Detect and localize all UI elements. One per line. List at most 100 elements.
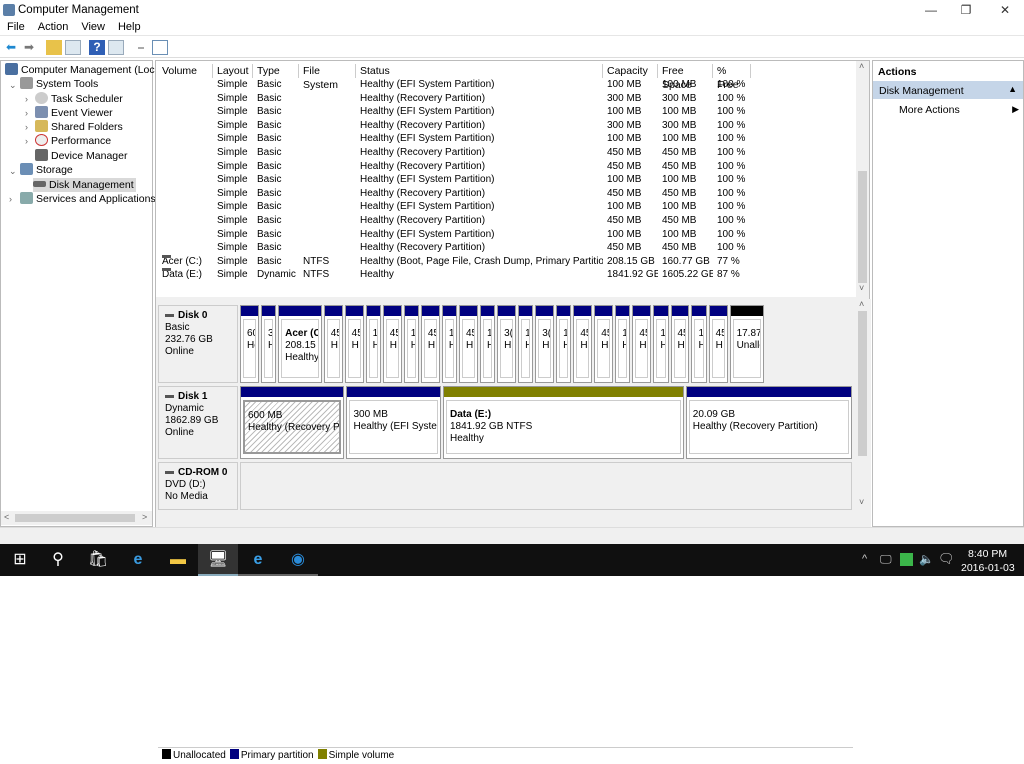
table-row[interactable]: Simple Basic Healthy (Recovery Partition) 3… xyxy=(156,92,856,106)
expand-chevron-icon[interactable]: › xyxy=(9,194,12,204)
table-row[interactable]: Simple Basic Healthy (EFI System Partition… xyxy=(156,132,856,146)
tree-item-system-tools[interactable]: System Tools xyxy=(20,77,98,91)
menu-help[interactable]: Help xyxy=(111,20,147,33)
table-row[interactable]: Simple Basic Healthy (EFI System Partition… xyxy=(156,173,856,187)
connect-icon[interactable]: ⎯ xyxy=(133,40,149,55)
partition-block[interactable]: 45H xyxy=(420,305,440,383)
table-row[interactable]: Simple Basic Healthy (Recovery Partition) 4… xyxy=(156,146,856,160)
scroll-down-icon[interactable]: ˅ xyxy=(859,283,864,293)
back-arrow-icon[interactable]: ⬅ xyxy=(3,40,19,55)
partition-block[interactable]: 3(H xyxy=(497,305,517,383)
partition-block[interactable]: 1H xyxy=(403,305,419,383)
disk-label[interactable]: Disk 0 Basic 232.76 GB Online xyxy=(158,305,238,383)
tree-item-event-viewer[interactable]: Event Viewer xyxy=(35,106,113,120)
partition-block[interactable]: 1H xyxy=(518,305,534,383)
partition-block[interactable]: 45H xyxy=(594,305,614,383)
partition-block[interactable]: 3(H xyxy=(535,305,555,383)
graphical-view-scrollbar[interactable]: ˄ ˅ xyxy=(856,299,869,511)
menu-view[interactable]: View xyxy=(74,20,111,33)
disk-label[interactable]: CD-ROM 0 DVD (D:) No Media xyxy=(158,462,238,510)
partition-block[interactable]: 1H xyxy=(441,305,457,383)
minimize-button[interactable]: — xyxy=(914,0,948,20)
column-header[interactable]: Free Space xyxy=(658,64,713,91)
partition-block[interactable]: 45H xyxy=(573,305,593,383)
table-row[interactable]: Simple Basic Healthy (EFI System Partition… xyxy=(156,200,856,214)
edge-browser-icon[interactable]: e xyxy=(118,544,158,576)
close-button[interactable]: ✕ xyxy=(988,0,1022,20)
partition-block[interactable]: 3(H xyxy=(260,305,277,383)
volume-list-scrollbar[interactable]: ˄ ˅ xyxy=(856,61,869,297)
file-explorer-icon[interactable]: ▬ xyxy=(158,544,198,576)
expand-chevron-icon[interactable]: › xyxy=(25,108,28,118)
partition-block[interactable]: 300 MBHealthy (EFI System Partition) xyxy=(346,386,441,459)
partition-block[interactable]: 45H xyxy=(632,305,652,383)
scroll-down-icon[interactable]: ˅ xyxy=(859,497,864,507)
show-hidden-icons-chevron[interactable]: ^ xyxy=(862,553,867,565)
action-center-icon[interactable]: 🗨 xyxy=(938,551,955,567)
windows-start-icon[interactable]: ⊞ xyxy=(0,544,40,576)
tree-item-performance[interactable]: Performance xyxy=(35,134,111,148)
table-row[interactable]: Acer (C:) Simple Basic NTFS Healthy (Boot, P… xyxy=(156,254,856,269)
table-row[interactable]: Data (E:) Simple Dynamic NTFS Healthy 1841.92… xyxy=(156,268,856,282)
tree-item-disk-management[interactable]: Disk Management xyxy=(33,178,136,192)
partition-block[interactable]: 45H xyxy=(708,305,728,383)
menu-file[interactable]: File xyxy=(0,20,31,33)
column-header[interactable]: Type xyxy=(253,64,299,78)
help-icon[interactable]: ? xyxy=(89,40,105,55)
column-header[interactable]: Layout xyxy=(213,64,253,78)
table-row[interactable]: Simple Basic Healthy (Recovery Partition) 4… xyxy=(156,241,856,255)
clock-date[interactable]: 2016-01-03 xyxy=(961,562,1015,574)
scroll-left-icon[interactable]: < xyxy=(4,512,9,522)
tree-item-services-and-applications[interactable]: Services and Applications xyxy=(20,192,156,206)
scroll-up-icon[interactable]: ˄ xyxy=(859,61,864,71)
table-row[interactable]: Simple Basic Healthy (EFI System Partition… xyxy=(156,228,856,242)
menu-action[interactable]: Action xyxy=(31,20,75,33)
partition-block[interactable]: 45H xyxy=(670,305,690,383)
actions-section-disk-management[interactable]: Disk Management ▲ xyxy=(873,81,1023,99)
volume-icon[interactable]: 🔈 xyxy=(919,552,934,566)
column-header[interactable]: Status xyxy=(356,64,603,78)
scrollbar-thumb[interactable] xyxy=(858,171,867,283)
scroll-right-icon[interactable]: > xyxy=(142,512,147,522)
internet-explorer-icon[interactable]: e xyxy=(238,544,278,576)
tree-item-task-scheduler[interactable]: Task Scheduler xyxy=(35,92,123,106)
collapse-triangle-icon[interactable]: ▲ xyxy=(1008,84,1017,94)
forward-arrow-icon[interactable]: ➡ xyxy=(21,40,37,55)
search-icon[interactable]: ⚲ xyxy=(38,544,78,576)
tree-item-computer-management[interactable]: Computer Management (Local xyxy=(5,63,163,77)
partition-block[interactable]: 600 MBHealthy (Recovery Partition) xyxy=(240,386,345,459)
properties-icon[interactable] xyxy=(152,40,168,55)
partition-block[interactable]: 45H xyxy=(459,305,478,383)
tree-horizontal-scrollbar[interactable]: < > xyxy=(1,511,152,525)
expand-chevron-icon[interactable]: › xyxy=(25,122,28,132)
show-hide-action-pane-icon[interactable] xyxy=(108,40,124,55)
expand-chevron-icon[interactable]: › xyxy=(25,136,28,146)
app-icon[interactable]: ◉ xyxy=(278,544,318,576)
partition-block[interactable]: 45H xyxy=(323,305,343,383)
computer-management-taskbar-icon[interactable]: 🖥 xyxy=(198,544,238,576)
partition-block[interactable]: 1H xyxy=(691,305,707,383)
table-row[interactable]: Simple Basic Healthy (EFI System Partition… xyxy=(156,105,856,119)
disk-label[interactable]: Disk 1 Dynamic 1862.89 GB Online xyxy=(158,386,238,459)
partition-block[interactable]: 1H xyxy=(365,305,381,383)
partition-block[interactable]: 1H xyxy=(615,305,631,383)
partition-block[interactable]: 20.09 GB Healthy (Recovery Partition) xyxy=(685,386,852,459)
table-row[interactable]: Simple Basic Healthy (EFI System Partition… xyxy=(156,78,856,92)
up-folder-icon[interactable] xyxy=(46,40,62,55)
column-header[interactable]: Volume xyxy=(158,64,213,78)
maximize-button[interactable]: ❐ xyxy=(949,0,983,20)
clock-time[interactable]: 8:40 PM xyxy=(968,548,1007,560)
store-icon[interactable]: 🛍 xyxy=(78,544,118,576)
scroll-up-icon[interactable]: ˄ xyxy=(859,299,864,309)
table-row[interactable]: Simple Basic Healthy (Recovery Partition) 3… xyxy=(156,119,856,133)
more-actions-item[interactable]: More Actions ▶ xyxy=(899,104,1019,116)
partition-block[interactable]: 45H xyxy=(344,305,364,383)
table-row[interactable]: Simple Basic Healthy (Recovery Partition) 4… xyxy=(156,187,856,201)
column-header[interactable]: File System xyxy=(299,64,356,91)
partition-block[interactable]: 17.87 GBUnallocated xyxy=(729,305,764,383)
expand-chevron-icon[interactable]: › xyxy=(25,94,28,104)
show-hide-tree-icon[interactable] xyxy=(65,40,81,55)
partition-block[interactable]: 1H xyxy=(479,305,496,383)
partition-block[interactable]: Acer (C:)208.15 GB NTFSHealthy xyxy=(278,305,322,383)
partition-block[interactable]: 1H xyxy=(556,305,572,383)
